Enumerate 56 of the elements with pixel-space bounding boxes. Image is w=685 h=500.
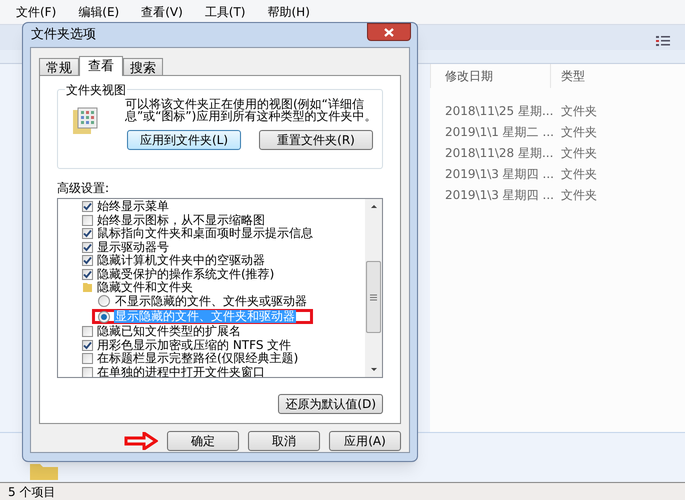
close-icon xyxy=(384,28,394,36)
grip-icon xyxy=(370,294,377,300)
description-text: 可以将该文件夹正在使用的视图(例如“详细信息”或“图标”)应用到所有这种类型的文件夹中。 xyxy=(125,98,378,122)
status-text: 5 个项目 xyxy=(8,484,56,500)
apply-button[interactable]: 应用(A) xyxy=(329,431,401,451)
folder-view-icon xyxy=(72,107,98,135)
ok-button[interactable]: 确定 xyxy=(167,431,239,451)
setting-label: 显示隐藏的文件、文件夹和驱动器 xyxy=(114,310,296,323)
setting-label: 鼠标指向文件夹和桌面项时显示提示信息 xyxy=(97,227,313,240)
checkbox[interactable] xyxy=(82,366,93,377)
folder-icon xyxy=(82,282,93,294)
column-header[interactable]: 修改日期 xyxy=(430,64,550,88)
tab[interactable]: 搜索 xyxy=(123,58,163,75)
menu-item[interactable]: 文件(F) xyxy=(16,3,56,21)
scroll-thumb[interactable] xyxy=(366,261,381,333)
scrollbar[interactable] xyxy=(365,199,382,377)
arrow-pointer-icon xyxy=(124,432,158,450)
dialog-title: 文件夹选项 xyxy=(31,26,96,44)
apply-to-folders-button[interactable]: 应用到文件夹(L) xyxy=(127,130,241,150)
checkbox[interactable] xyxy=(82,228,93,240)
checkbox[interactable] xyxy=(82,214,93,226)
date-cell-text: 2018\11\25 星期... xyxy=(444,102,550,120)
setting-label: 隐藏计算机文件夹中的空驱动器 xyxy=(97,254,265,268)
date-cell-text: 2018\11\28 星期... xyxy=(444,144,550,162)
menu-item[interactable]: 帮助(H) xyxy=(268,3,310,21)
reset-folders-button[interactable]: 重置文件夹(R) xyxy=(259,130,373,150)
group-title: 文件夹视图 xyxy=(65,81,127,99)
setting-label: 在标题栏显示完整路径(仅限经典主题) xyxy=(97,352,298,366)
advanced-settings-label: 高级设置: xyxy=(57,180,110,197)
close-button[interactable] xyxy=(367,23,411,41)
menu-item[interactable]: 查看(V) xyxy=(141,3,183,21)
setting-label: 不显示隐藏的文件、文件夹或驱动器 xyxy=(114,294,308,308)
column-header[interactable]: 类型 xyxy=(550,64,685,88)
checkbox[interactable] xyxy=(82,340,93,351)
checkbox[interactable] xyxy=(82,201,93,212)
radio-button[interactable] xyxy=(98,295,110,308)
checkbox[interactable] xyxy=(82,242,93,253)
tab[interactable]: 常规 xyxy=(39,58,79,75)
cancel-button[interactable]: 取消 xyxy=(248,431,320,451)
setting-label: 隐藏已知文件类型的扩展名 xyxy=(97,325,241,338)
setting-label: 始终显示图标，从不显示缩略图 xyxy=(97,214,265,227)
checkbox[interactable] xyxy=(82,268,93,280)
restore-defaults-button[interactable]: 还原为默认值(D) xyxy=(278,394,383,414)
checkbox[interactable] xyxy=(82,353,93,364)
setting-label: 始终显示菜单 xyxy=(97,200,169,214)
setting-label: 用彩色显示加密或压缩的 NTFS 文件 xyxy=(97,338,292,352)
menu-item[interactable]: 编辑(E) xyxy=(78,3,120,21)
setting-label: 显示驱动器号 xyxy=(97,240,169,254)
checkbox[interactable] xyxy=(82,255,93,266)
setting-group-label: 隐藏文件和文件夹 xyxy=(97,281,193,294)
checkbox[interactable] xyxy=(82,326,93,338)
tab[interactable]: 查看 xyxy=(79,56,123,76)
menu-item[interactable]: 工具(T) xyxy=(204,3,246,21)
setting-label: 隐藏受保护的操作系统文件(推荐) xyxy=(97,268,274,281)
view-options-icon[interactable] xyxy=(655,35,671,47)
radio-button[interactable] xyxy=(98,310,110,322)
